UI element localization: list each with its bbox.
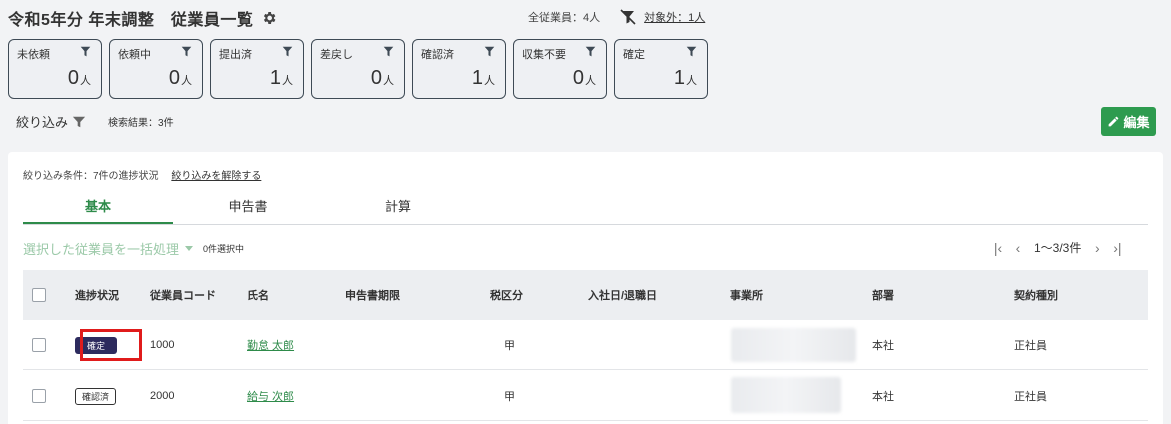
last-page-icon[interactable]: ›| <box>1107 240 1127 256</box>
status-card-label: 確定 <box>623 49 645 61</box>
row-checkbox[interactable] <box>32 338 46 352</box>
status-card-label: 未依頼 <box>17 49 50 61</box>
page-title: 令和5年分 年末調整 従業員一覧 <box>8 12 254 29</box>
col-contract[interactable]: 契約種別 <box>1014 270 1058 320</box>
first-page-icon[interactable]: |‹ <box>988 240 1008 256</box>
status-card-count: 0人 <box>370 67 394 89</box>
employee-name-link[interactable]: 勤怠 太郎 <box>247 337 294 353</box>
page-header: 令和5年分 年末調整 従業員一覧 <box>8 6 277 30</box>
table-row[interactable]: 確定 1000 勤怠 太郎 甲 本社 正社員 <box>23 320 1148 370</box>
status-card-label: 提出済 <box>219 49 252 61</box>
tax-category: 甲 <box>504 391 515 403</box>
filter-row: 絞り込み 検索結果：3件 <box>16 112 174 131</box>
status-card-label: 依頼中 <box>118 49 151 61</box>
department: 本社 <box>872 340 894 352</box>
status-badge: 確認済 <box>75 387 117 405</box>
prev-page-icon[interactable]: ‹ <box>1008 240 1028 256</box>
edit-button[interactable]: 編集 <box>1101 107 1156 136</box>
employee-code: 2000 <box>150 390 175 402</box>
tab-basic[interactable]: 基本 <box>23 192 173 224</box>
select-all-checkbox[interactable] <box>32 288 46 302</box>
funnel-icon[interactable] <box>72 115 86 129</box>
selected-count: 0件選択中 <box>203 244 245 254</box>
funnel-icon[interactable] <box>383 46 394 57</box>
next-page-icon[interactable]: › <box>1087 240 1107 256</box>
total-employees: 全従業員：4人 <box>528 12 601 24</box>
row-checkbox[interactable] <box>32 389 46 403</box>
excluded-link[interactable]: 対象外：1人 <box>644 9 705 25</box>
filter-condition-text: 絞り込み条件：7件の進捗状況 <box>23 171 159 182</box>
status-card-count: 0人 <box>67 67 91 89</box>
highlight-box <box>80 329 142 361</box>
status-card[interactable]: 依頼中 0人 <box>109 39 203 99</box>
gear-icon[interactable] <box>261 10 277 26</box>
contract-type: 正社員 <box>1014 391 1047 403</box>
status-card-label: 差戻し <box>320 49 353 61</box>
funnel-icon[interactable] <box>484 46 495 57</box>
funnel-icon[interactable] <box>181 46 192 57</box>
funnel-icon[interactable] <box>80 46 91 57</box>
status-card-count: 0人 <box>572 67 596 89</box>
tab-declaration[interactable]: 申告書 <box>173 192 323 224</box>
filter-condition: 絞り込み条件：7件の進捗状況 絞り込みを解除する <box>23 167 261 182</box>
page-info: 1〜3/3件 <box>1034 241 1082 255</box>
pencil-icon <box>1109 116 1119 127</box>
status-card[interactable]: 確認済 1人 <box>412 39 506 99</box>
table-header: 進捗状況 従業員コード 氏名 申告書期限 税区分 入社日/退職日 事業所 部署 … <box>23 270 1148 320</box>
edit-button-label: 編集 <box>1123 115 1150 130</box>
header-summary: 全従業員：4人 対象外：1人 <box>528 9 705 25</box>
col-status[interactable]: 進捗状況 <box>75 270 119 320</box>
status-card-count: 1人 <box>471 67 495 89</box>
filter-label[interactable]: 絞り込み <box>16 112 68 131</box>
search-result-count: 検索結果：3件 <box>108 118 174 129</box>
office-blurred <box>731 328 856 362</box>
employee-name-link[interactable]: 給与 次郎 <box>247 388 294 404</box>
filter-off-icon <box>620 9 636 25</box>
status-card[interactable]: 未依頼 0人 <box>8 39 102 99</box>
employee-code: 1000 <box>150 339 175 351</box>
clear-filter-link[interactable]: 絞り込みを解除する <box>171 171 261 182</box>
funnel-icon[interactable] <box>282 46 293 57</box>
bulk-action: 選択した従業員を一括処理 0件選択中 <box>23 239 244 258</box>
contract-type: 正社員 <box>1014 340 1047 352</box>
tab-calculation[interactable]: 計算 <box>323 192 473 224</box>
pagination: |‹ ‹ 1〜3/3件 › ›| <box>988 239 1127 256</box>
bulk-action-dropdown[interactable]: 選択した従業員を一括処理 <box>23 239 179 258</box>
status-card-label: 収集不要 <box>522 49 566 61</box>
status-card[interactable]: 提出済 1人 <box>210 39 304 99</box>
status-card-count: 1人 <box>673 67 697 89</box>
funnel-icon[interactable] <box>686 46 697 57</box>
status-card[interactable]: 確定 1人 <box>614 39 708 99</box>
status-card-count: 0人 <box>168 67 192 89</box>
col-name[interactable]: 氏名 <box>247 270 269 320</box>
table-row[interactable]: 確認済 2000 給与 次郎 甲 本社 正社員 <box>23 371 1148 421</box>
col-tax[interactable]: 税区分 <box>490 270 523 320</box>
tab-bar: 基本 申告書 計算 <box>23 192 1148 225</box>
office-blurred <box>731 377 841 413</box>
col-office[interactable]: 事業所 <box>730 270 763 320</box>
col-code[interactable]: 従業員コード <box>150 270 216 320</box>
status-cards: 未依頼 0人 依頼中 0人 提出済 1人 差戻し 0人 確認済 1人 収集不要 0人 確定 1人 <box>8 39 715 99</box>
status-card[interactable]: 収集不要 0人 <box>513 39 607 99</box>
employee-panel: 絞り込み条件：7件の進捗状況 絞り込みを解除する 基本 申告書 計算 選択した従… <box>8 152 1163 424</box>
col-deadline[interactable]: 申告書期限 <box>345 270 400 320</box>
caret-down-icon[interactable] <box>185 246 194 251</box>
tax-category: 甲 <box>504 340 515 352</box>
col-department[interactable]: 部署 <box>872 270 894 320</box>
col-join-date[interactable]: 入社日/退職日 <box>588 270 657 320</box>
status-card[interactable]: 差戻し 0人 <box>311 39 405 99</box>
department: 本社 <box>872 391 894 403</box>
funnel-icon[interactable] <box>585 46 596 57</box>
status-card-label: 確認済 <box>421 49 454 61</box>
status-card-count: 1人 <box>269 67 293 89</box>
